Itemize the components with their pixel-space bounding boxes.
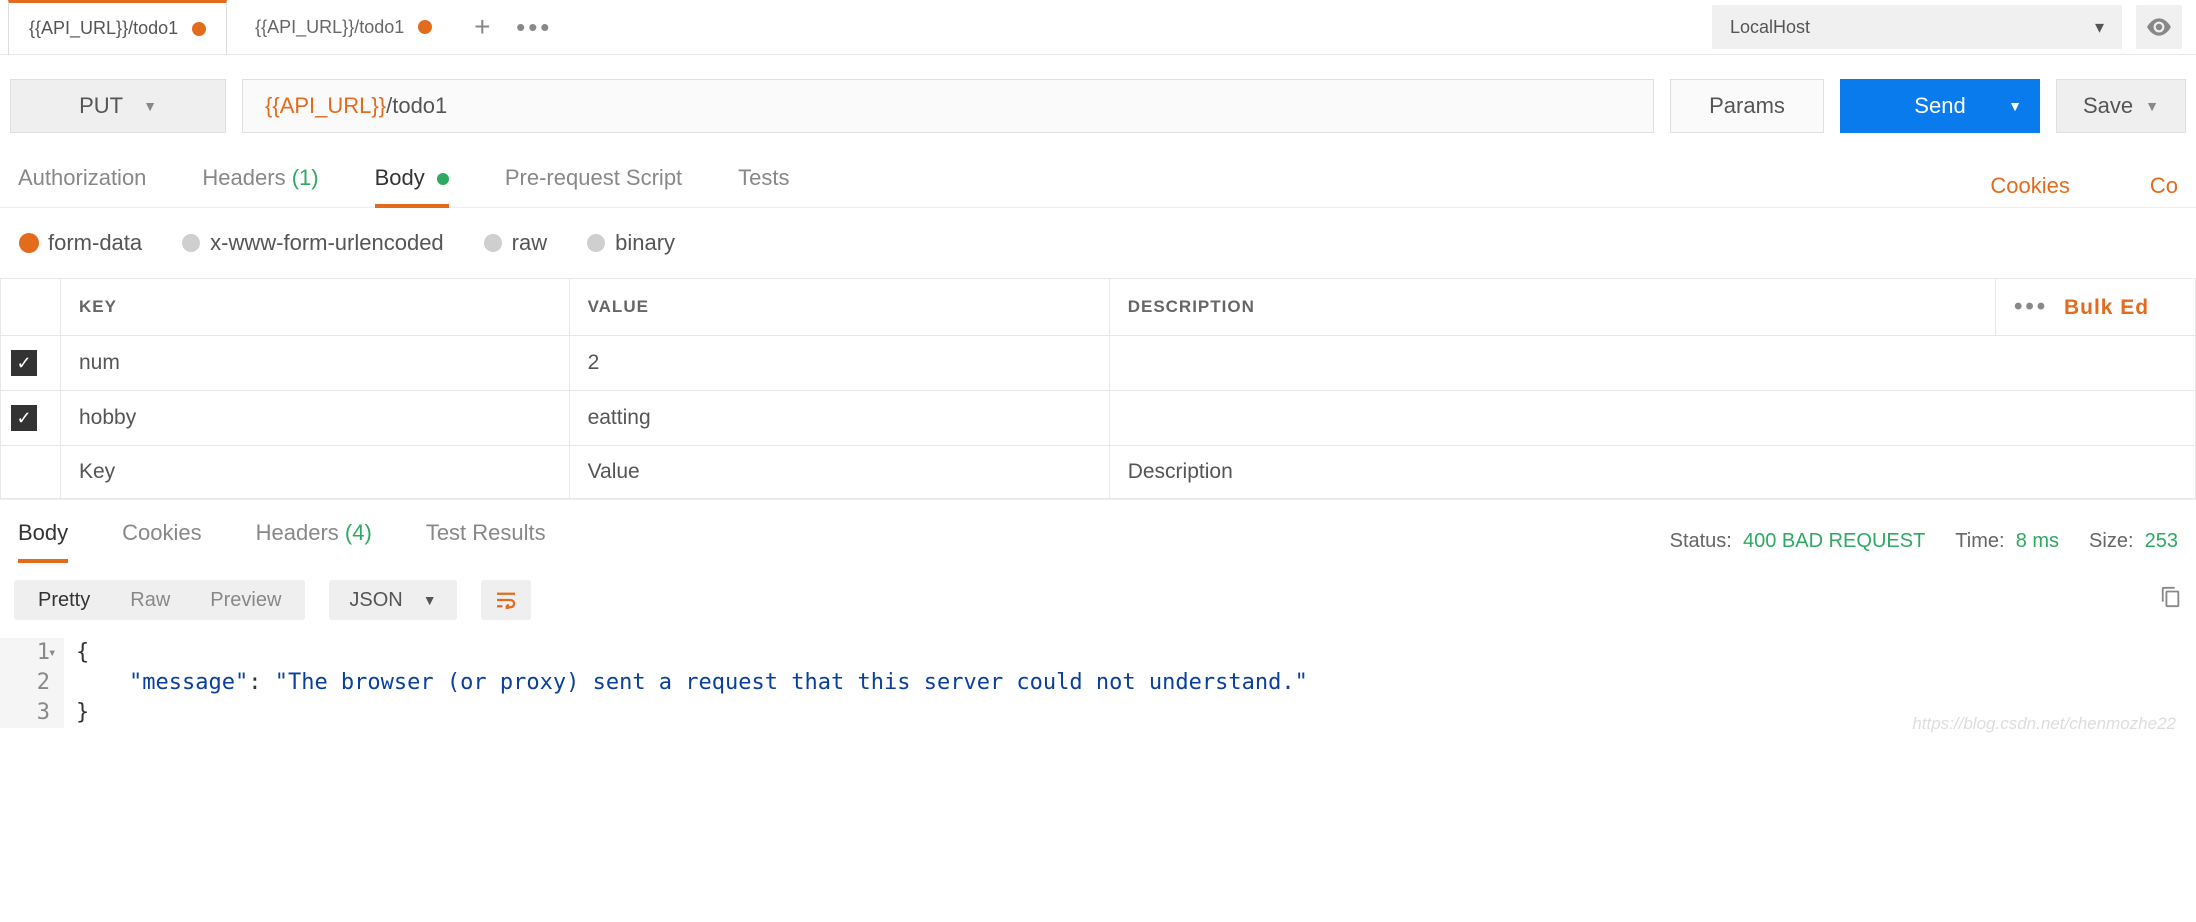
method-label: PUT <box>79 93 123 119</box>
cell-description[interactable] <box>1109 336 2195 391</box>
tab-tests[interactable]: Tests <box>738 165 789 207</box>
response-tabs: Body Cookies Headers (4) Test Results St… <box>0 499 2196 562</box>
table-header-row: KEY VALUE DESCRIPTION ••• Bulk Ed <box>1 279 2196 336</box>
wrap-lines-button[interactable] <box>481 580 531 620</box>
col-description: DESCRIPTION <box>1109 279 1995 336</box>
save-button[interactable]: Save ▼ <box>2056 79 2186 133</box>
table-options-button[interactable]: ••• <box>2014 293 2058 320</box>
request-bar: PUT ▼ {{API_URL}}/todo1 Params Send ▼ Sa… <box>0 55 2196 149</box>
add-tab-button[interactable]: + <box>460 0 504 55</box>
tab-headers[interactable]: Headers (1) <box>202 165 318 207</box>
chevron-down-icon: ▼ <box>143 98 157 114</box>
size-value: 253 <box>2145 530 2178 552</box>
cell-description[interactable] <box>1109 391 2195 446</box>
watermark: https://blog.csdn.net/chenmozhe22 <box>1912 714 2176 734</box>
cell-value[interactable]: 2 <box>569 336 1109 391</box>
environment-preview-button[interactable] <box>2136 5 2182 49</box>
headers-count: (1) <box>292 165 319 190</box>
request-tab-1[interactable]: {{API_URL}}/todo1 <box>8 0 227 55</box>
send-label: Send <box>1914 93 1965 119</box>
response-body-editor[interactable]: 1 2 3 { "message": "The browser (or prox… <box>0 638 2196 740</box>
tabs-bar: {{API_URL}}/todo1 {{API_URL}}/todo1 + ••… <box>0 0 2196 55</box>
radio-urlencoded[interactable]: x-www-form-urlencoded <box>182 230 444 256</box>
new-description-input[interactable]: Description <box>1109 446 2195 499</box>
tab-body[interactable]: Body <box>375 165 449 207</box>
url-input[interactable]: {{API_URL}}/todo1 <box>242 79 1654 133</box>
line-gutter: 1 2 3 <box>0 638 64 728</box>
radio-dot-icon <box>182 234 200 252</box>
environment-select[interactable]: LocalHost ▾ <box>1712 5 2122 49</box>
body-active-dot-icon <box>437 173 449 185</box>
radio-binary[interactable]: binary <box>587 230 675 256</box>
body-type-radios: form-data x-www-form-urlencoded raw bina… <box>0 208 2196 278</box>
send-button[interactable]: Send ▼ <box>1840 79 2040 133</box>
url-path: /todo1 <box>386 93 447 119</box>
code-content: { "message": "The browser (or proxy) sen… <box>64 638 1308 728</box>
cookies-link[interactable]: Cookies <box>1990 173 2069 199</box>
wrap-icon <box>495 591 517 609</box>
row-checkbox[interactable]: ✓ <box>11 350 37 376</box>
new-key-input[interactable]: Key <box>61 446 570 499</box>
chevron-down-icon: ▼ <box>423 592 437 608</box>
view-mode-group: Pretty Raw Preview <box>14 580 305 620</box>
code-link[interactable]: Co <box>2126 173 2178 199</box>
time-value: 8 ms <box>2016 530 2059 552</box>
view-pretty[interactable]: Pretty <box>18 589 110 612</box>
new-value-input[interactable]: Value <box>569 446 1109 499</box>
resp-tab-body[interactable]: Body <box>18 520 68 562</box>
cell-value[interactable]: eatting <box>569 391 1109 446</box>
response-meta: Status: 400 BAD REQUEST Time: 8 ms Size:… <box>1670 530 2178 553</box>
request-section-tabs: Authorization Headers (1) Body Pre-reque… <box>0 149 2196 208</box>
table-row: ✓ hobby eatting <box>1 391 2196 446</box>
radio-raw[interactable]: raw <box>484 230 547 256</box>
url-variable: {{API_URL}} <box>265 93 386 119</box>
tab-prerequest-script[interactable]: Pre-request Script <box>505 165 682 207</box>
tab-options-button[interactable]: ••• <box>512 12 556 43</box>
dirty-dot-icon <box>192 22 206 36</box>
col-key: KEY <box>61 279 570 336</box>
form-data-table: KEY VALUE DESCRIPTION ••• Bulk Ed ✓ num … <box>0 278 2196 499</box>
col-value: VALUE <box>569 279 1109 336</box>
resp-tab-headers[interactable]: Headers (4) <box>256 520 372 562</box>
resp-headers-count: (4) <box>345 520 372 545</box>
resp-tab-cookies[interactable]: Cookies <box>122 520 201 562</box>
radio-dot-icon <box>20 234 38 252</box>
copy-icon <box>2160 586 2182 608</box>
bulk-edit-link[interactable]: Bulk Ed <box>2064 296 2149 319</box>
dirty-dot-icon <box>418 20 432 34</box>
response-format-select[interactable]: JSON ▼ <box>329 580 456 620</box>
radio-dot-icon <box>484 234 502 252</box>
table-row-new: Key Value Description <box>1 446 2196 499</box>
chevron-down-icon: ▼ <box>2008 98 2022 114</box>
chevron-down-icon: ▾ <box>2095 17 2104 38</box>
table-row: ✓ num 2 <box>1 336 2196 391</box>
save-label: Save <box>2083 93 2133 119</box>
request-tab-2[interactable]: {{API_URL}}/todo1 <box>235 0 452 55</box>
eye-icon <box>2146 18 2172 36</box>
radio-form-data[interactable]: form-data <box>20 230 142 256</box>
params-button[interactable]: Params <box>1670 79 1824 133</box>
view-raw[interactable]: Raw <box>110 589 190 612</box>
http-method-select[interactable]: PUT ▼ <box>10 79 226 133</box>
tab-authorization[interactable]: Authorization <box>18 165 146 207</box>
cell-key[interactable]: num <box>61 336 570 391</box>
tab-label: {{API_URL}}/todo1 <box>29 18 178 39</box>
view-preview[interactable]: Preview <box>190 589 301 612</box>
copy-response-button[interactable] <box>2160 586 2182 614</box>
response-toolbar: Pretty Raw Preview JSON ▼ <box>0 562 2196 638</box>
status-value: 400 BAD REQUEST <box>1743 530 1925 552</box>
cell-key[interactable]: hobby <box>61 391 570 446</box>
resp-tab-testresults[interactable]: Test Results <box>426 520 546 562</box>
radio-dot-icon <box>587 234 605 252</box>
row-checkbox[interactable]: ✓ <box>11 405 37 431</box>
environment-selected: LocalHost <box>1730 17 1810 38</box>
tab-label: {{API_URL}}/todo1 <box>255 17 404 38</box>
chevron-down-icon: ▼ <box>2145 98 2159 114</box>
